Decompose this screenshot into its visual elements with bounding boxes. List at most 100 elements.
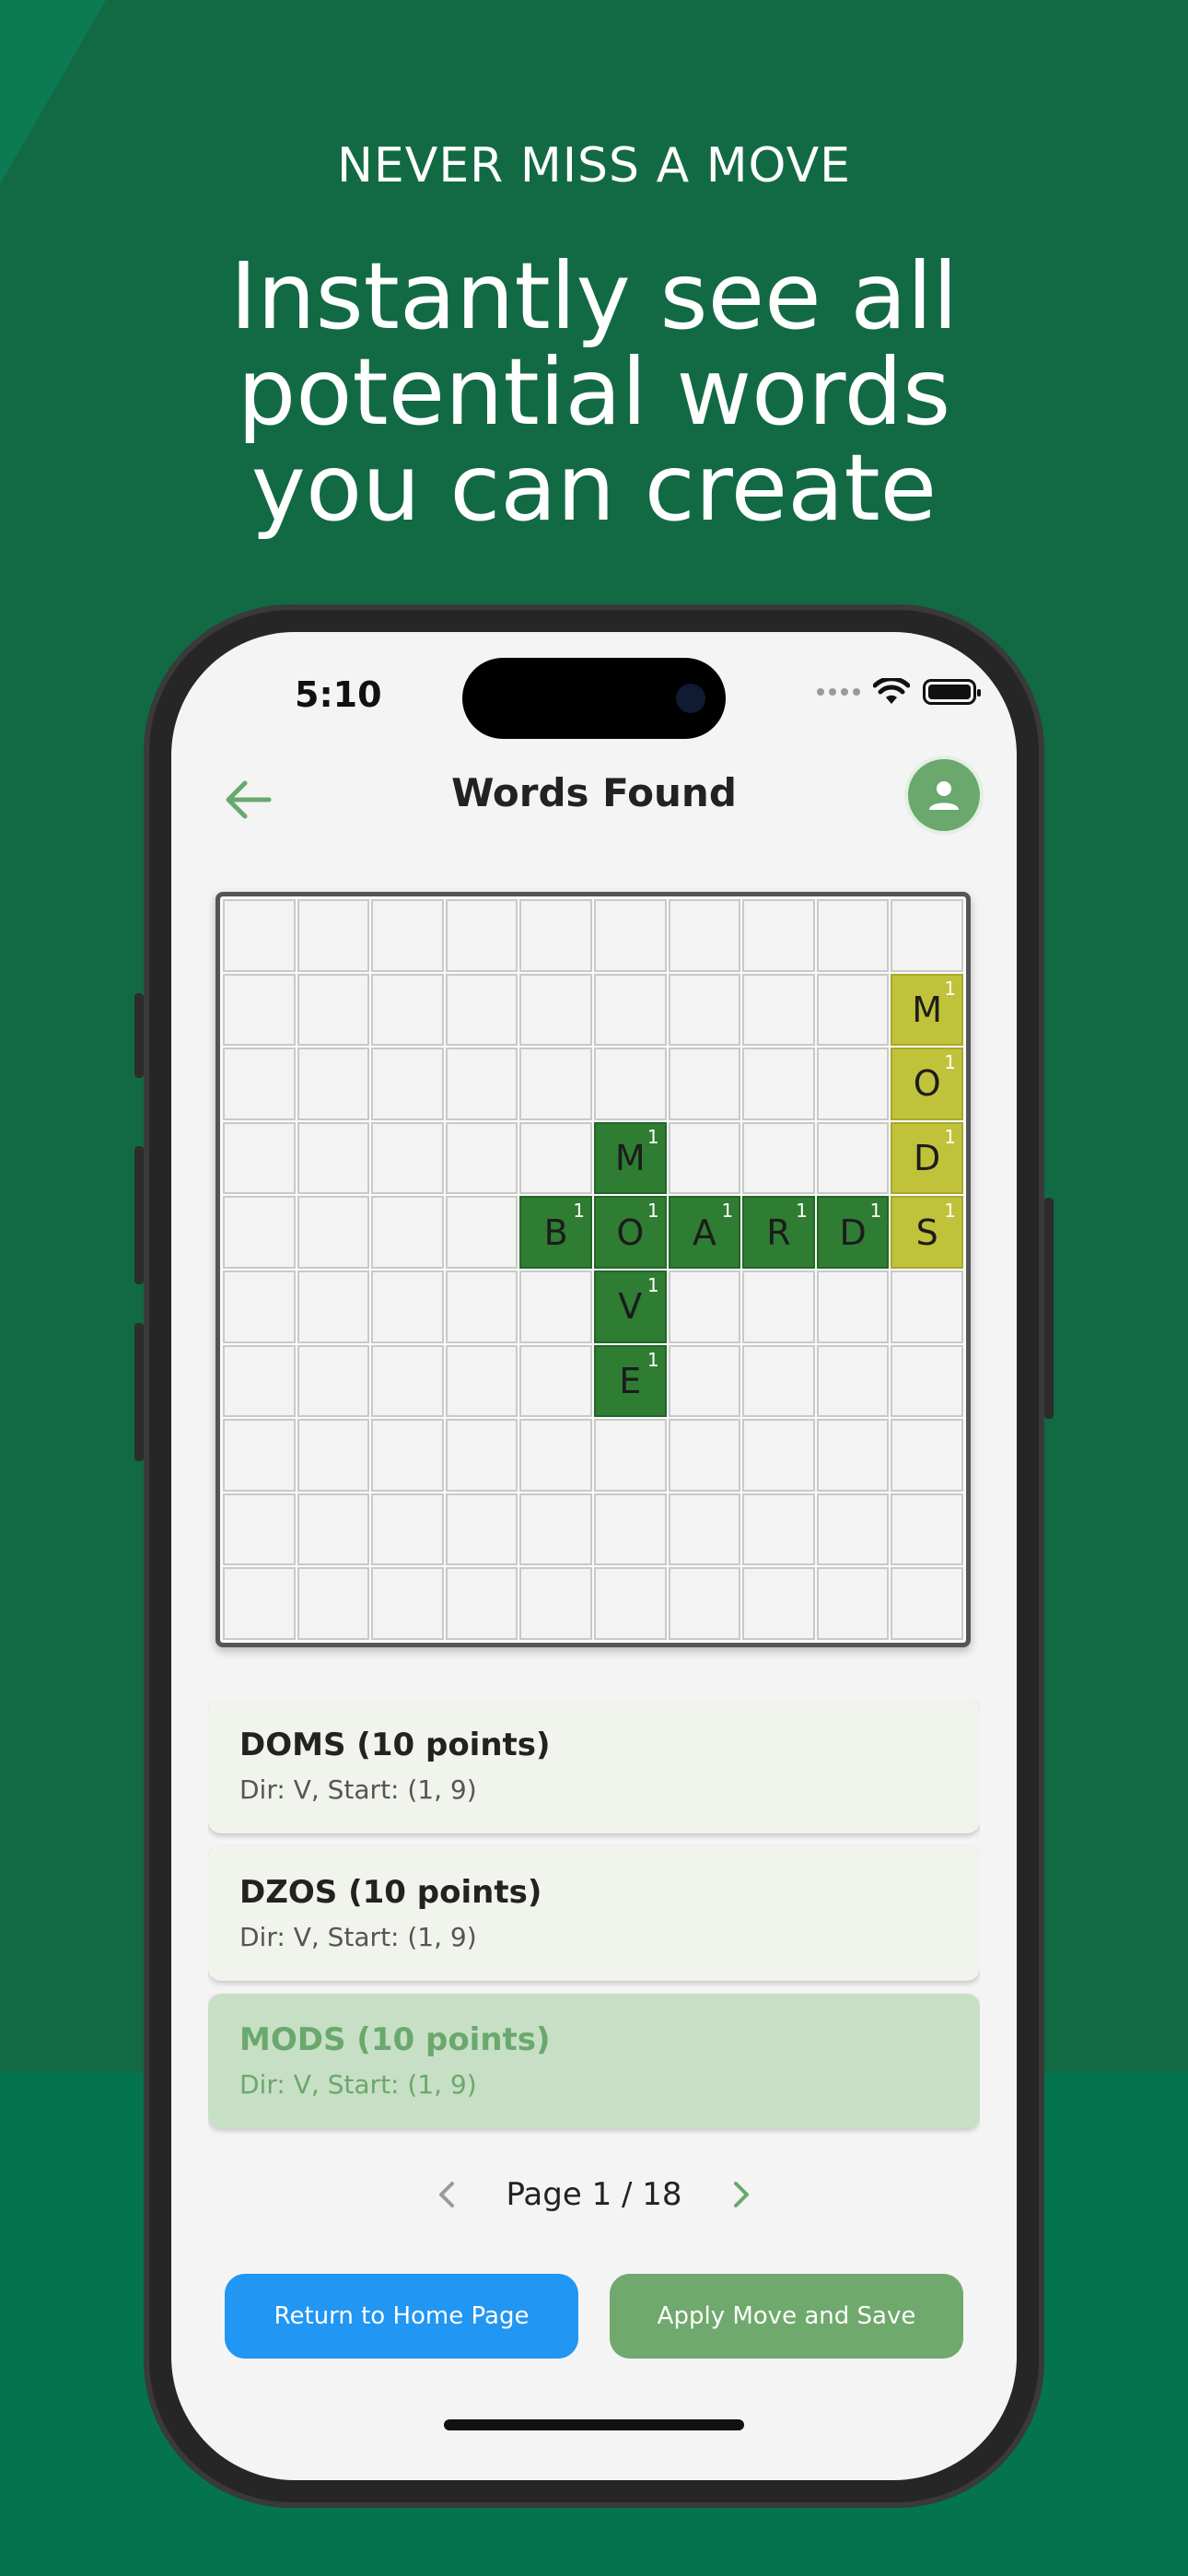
board-cell[interactable] xyxy=(297,1567,370,1640)
board-cell[interactable] xyxy=(223,1419,296,1492)
board-cell[interactable] xyxy=(297,1270,370,1343)
return-home-button[interactable]: Return to Home Page xyxy=(225,2274,578,2359)
board-cell[interactable] xyxy=(742,1493,815,1566)
board-cell[interactable] xyxy=(297,1048,370,1120)
board-cell[interactable] xyxy=(371,1270,444,1343)
board-cell[interactable] xyxy=(519,1270,592,1343)
board-cell[interactable] xyxy=(519,1493,592,1566)
board-cell[interactable] xyxy=(223,1196,296,1269)
board-cell[interactable] xyxy=(297,1493,370,1566)
board-cell[interactable] xyxy=(891,1419,963,1492)
board-cell[interactable] xyxy=(445,973,518,1047)
board-cell[interactable] xyxy=(223,1121,296,1195)
board-cell[interactable] xyxy=(371,1419,444,1492)
board-cell[interactable] xyxy=(891,1493,963,1566)
board-cell[interactable] xyxy=(593,1048,667,1120)
board-cell[interactable] xyxy=(223,1270,296,1343)
board-cell[interactable] xyxy=(816,1121,890,1195)
board-cell[interactable] xyxy=(371,973,444,1047)
board-cell[interactable] xyxy=(445,1567,518,1640)
board-cell[interactable] xyxy=(891,1567,963,1640)
previous-page-button[interactable] xyxy=(428,2176,465,2213)
board-cell[interactable] xyxy=(816,1270,890,1343)
board-tile[interactable]: E1 xyxy=(593,1344,667,1418)
board-cell[interactable] xyxy=(519,973,592,1047)
board-cell[interactable] xyxy=(891,1270,963,1343)
word-result-card[interactable]: MODS (10 points) Dir: V, Start: (1, 9) xyxy=(208,1994,980,2128)
board-cell[interactable] xyxy=(668,1048,741,1120)
board-tile[interactable]: M1 xyxy=(891,973,963,1047)
board-cell[interactable] xyxy=(742,1121,815,1195)
board-cell[interactable] xyxy=(816,973,890,1047)
board-tile[interactable]: D1 xyxy=(891,1121,963,1195)
board-cell[interactable] xyxy=(668,973,741,1047)
board-tile[interactable]: A1 xyxy=(668,1196,741,1269)
board-cell[interactable] xyxy=(445,899,518,972)
board-cell[interactable] xyxy=(297,1419,370,1492)
board-cell[interactable] xyxy=(593,899,667,972)
board-cell[interactable] xyxy=(371,1493,444,1566)
board-tile[interactable]: D1 xyxy=(816,1196,890,1269)
board-tile[interactable]: R1 xyxy=(742,1196,815,1269)
board-cell[interactable] xyxy=(668,1121,741,1195)
board-tile[interactable]: B1 xyxy=(519,1196,592,1269)
board-cell[interactable] xyxy=(223,1567,296,1640)
board-cell[interactable] xyxy=(297,973,370,1047)
board-cell[interactable] xyxy=(445,1270,518,1343)
board-cell[interactable] xyxy=(223,973,296,1047)
board-tile[interactable]: O1 xyxy=(593,1196,667,1269)
word-result-card[interactable]: DOMS (10 points) Dir: V, Start: (1, 9) xyxy=(208,1699,980,1833)
board-cell[interactable] xyxy=(297,1121,370,1195)
board-cell[interactable] xyxy=(816,1567,890,1640)
board-cell[interactable] xyxy=(371,1121,444,1195)
board-cell[interactable] xyxy=(891,899,963,972)
board-cell[interactable] xyxy=(445,1344,518,1418)
board-cell[interactable] xyxy=(371,899,444,972)
board-cell[interactable] xyxy=(519,1419,592,1492)
profile-button[interactable] xyxy=(904,755,984,835)
board-cell[interactable] xyxy=(445,1493,518,1566)
board-cell[interactable] xyxy=(668,1567,741,1640)
board-cell[interactable] xyxy=(371,1196,444,1269)
board-cell[interactable] xyxy=(668,899,741,972)
board-cell[interactable] xyxy=(297,899,370,972)
next-page-button[interactable] xyxy=(723,2176,760,2213)
board-cell[interactable] xyxy=(519,1344,592,1418)
board-cell[interactable] xyxy=(816,1493,890,1566)
board-cell[interactable] xyxy=(519,1121,592,1195)
board-tile[interactable]: O1 xyxy=(891,1048,963,1120)
board-cell[interactable] xyxy=(816,899,890,972)
board-cell[interactable] xyxy=(668,1493,741,1566)
board-cell[interactable] xyxy=(223,1493,296,1566)
board-cell[interactable] xyxy=(816,1344,890,1418)
board-cell[interactable] xyxy=(668,1419,741,1492)
board-cell[interactable] xyxy=(816,1048,890,1120)
board-cell[interactable] xyxy=(223,1344,296,1418)
board-cell[interactable] xyxy=(519,1048,592,1120)
board-cell[interactable] xyxy=(445,1196,518,1269)
board-cell[interactable] xyxy=(371,1344,444,1418)
board-cell[interactable] xyxy=(223,1048,296,1120)
apply-move-button[interactable]: Apply Move and Save xyxy=(610,2274,963,2359)
board-tile[interactable]: S1 xyxy=(891,1196,963,1269)
board-tile[interactable]: M1 xyxy=(593,1121,667,1195)
board-cell[interactable] xyxy=(593,1419,667,1492)
board-cell[interactable] xyxy=(297,1344,370,1418)
board-cell[interactable] xyxy=(593,973,667,1047)
board-tile[interactable]: V1 xyxy=(593,1270,667,1343)
board-cell[interactable] xyxy=(445,1048,518,1120)
board-cell[interactable] xyxy=(742,1048,815,1120)
board-cell[interactable] xyxy=(742,1270,815,1343)
board-cell[interactable] xyxy=(668,1270,741,1343)
board-cell[interactable] xyxy=(891,1344,963,1418)
board-cell[interactable] xyxy=(816,1419,890,1492)
board-cell[interactable] xyxy=(593,1493,667,1566)
board-cell[interactable] xyxy=(593,1567,667,1640)
board-cell[interactable] xyxy=(297,1196,370,1269)
board-cell[interactable] xyxy=(371,1048,444,1120)
board-cell[interactable] xyxy=(445,1419,518,1492)
board-cell[interactable] xyxy=(519,1567,592,1640)
board-cell[interactable] xyxy=(742,973,815,1047)
word-result-card[interactable]: DZOS (10 points) Dir: V, Start: (1, 9) xyxy=(208,1846,980,1981)
board-cell[interactable] xyxy=(223,899,296,972)
